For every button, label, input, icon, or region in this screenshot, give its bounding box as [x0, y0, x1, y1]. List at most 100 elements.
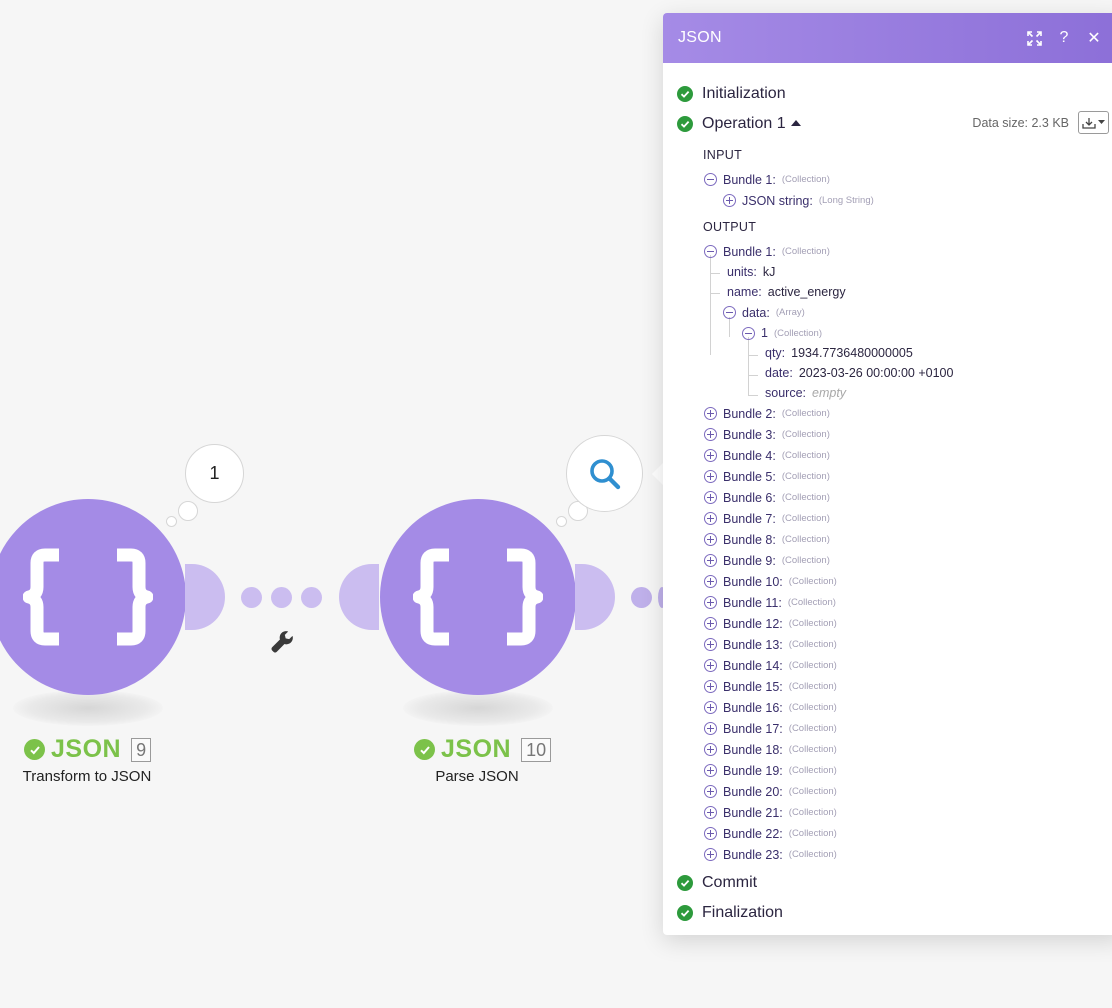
- expand-icon[interactable]: [1019, 23, 1049, 53]
- collapse-toggle-icon[interactable]: [704, 245, 717, 258]
- stage-label: Commit: [702, 874, 758, 891]
- collapse-toggle-icon[interactable]: [723, 306, 736, 319]
- expand-toggle-icon[interactable]: [704, 512, 717, 525]
- expand-toggle-icon[interactable]: [704, 806, 717, 819]
- module-shadow: [13, 690, 163, 726]
- expand-toggle-icon[interactable]: [704, 575, 717, 588]
- tree-node-bundle[interactable]: Bundle 13: (Collection): [677, 634, 1109, 655]
- operation-count-bubble[interactable]: 1: [185, 444, 244, 503]
- tree-node-data[interactable]: data: (Array): [677, 302, 1109, 323]
- expand-toggle-icon[interactable]: [704, 554, 717, 567]
- tree-node-bundle[interactable]: Bundle 20: (Collection): [677, 781, 1109, 802]
- tree-node-bundle[interactable]: Bundle 5: (Collection): [677, 466, 1109, 487]
- tree-node-bundle[interactable]: Bundle 1: (Collection): [677, 169, 1109, 190]
- module-app-name: JSON: [51, 735, 122, 763]
- tree-node-bundle[interactable]: Bundle 2: (Collection): [677, 403, 1109, 424]
- collapse-toggle-icon[interactable]: [704, 173, 717, 186]
- expand-toggle-icon[interactable]: [704, 743, 717, 756]
- bundle-key: Bundle 6:: [723, 490, 776, 505]
- bundle-key: Bundle 11:: [723, 595, 782, 610]
- tree-node-bundle[interactable]: Bundle 19: (Collection): [677, 760, 1109, 781]
- output-tree: Bundle 1: (Collection) units: kJ name: a…: [677, 241, 1109, 865]
- search-icon: [589, 458, 620, 489]
- tree-node-bundle[interactable]: Bundle 7: (Collection): [677, 508, 1109, 529]
- curly-braces-icon: [413, 548, 543, 646]
- module-id: 10: [521, 737, 552, 762]
- bundle-type: (Collection): [781, 429, 830, 440]
- expand-toggle-icon[interactable]: [704, 617, 717, 630]
- download-button[interactable]: [1078, 111, 1109, 134]
- bundle-type: (Collection): [781, 492, 830, 503]
- expand-toggle-icon[interactable]: [704, 449, 717, 462]
- tree-node-array-item[interactable]: 1 (Collection): [677, 323, 1109, 343]
- module-transform-to-json[interactable]: [0, 499, 186, 695]
- route-dot: [271, 587, 292, 608]
- tree-node-bundle[interactable]: Bundle 17: (Collection): [677, 718, 1109, 739]
- tree-node-bundle[interactable]: Bundle 4: (Collection): [677, 445, 1109, 466]
- bundle-type: (Collection): [781, 534, 830, 545]
- tree-node-bundle[interactable]: Bundle 11: (Collection): [677, 592, 1109, 613]
- expand-toggle-icon[interactable]: [704, 533, 717, 546]
- expand-toggle-icon[interactable]: [704, 407, 717, 420]
- expand-toggle-icon[interactable]: [704, 680, 717, 693]
- collapse-caret-icon[interactable]: [790, 119, 801, 126]
- wrench-icon[interactable]: [269, 629, 295, 655]
- module-input-connector[interactable]: [339, 564, 379, 630]
- tree-node-bundle[interactable]: Bundle 18: (Collection): [677, 739, 1109, 760]
- tree-node-bundle[interactable]: Bundle 10: (Collection): [677, 571, 1109, 592]
- tree-node-bundle[interactable]: Bundle 21: (Collection): [677, 802, 1109, 823]
- expand-toggle-icon[interactable]: [704, 701, 717, 714]
- tree-node-bundle[interactable]: Bundle 15: (Collection): [677, 676, 1109, 697]
- expand-toggle-icon[interactable]: [704, 785, 717, 798]
- tree-node-bundle[interactable]: Bundle 3: (Collection): [677, 424, 1109, 445]
- bundle-type: (Collection): [788, 639, 837, 650]
- check-circle-icon: [414, 739, 435, 760]
- module-parse-json[interactable]: [380, 499, 576, 695]
- help-icon[interactable]: ?: [1049, 23, 1079, 53]
- bundle-type: (Collection): [788, 828, 837, 839]
- bundle-type: (Collection): [788, 723, 837, 734]
- stage-operation[interactable]: Operation 1 Data size: 2.3 KB: [677, 109, 1109, 139]
- tree-node-bundle[interactable]: Bundle 12: (Collection): [677, 613, 1109, 634]
- expand-toggle-icon[interactable]: [704, 722, 717, 735]
- bundle-key: Bundle 22:: [723, 826, 783, 841]
- expand-toggle-icon[interactable]: [704, 764, 717, 777]
- module-app-name: JSON: [441, 735, 512, 763]
- stage-initialization[interactable]: Initialization: [677, 79, 1109, 109]
- expand-toggle-icon[interactable]: [704, 827, 717, 840]
- data-size: Data size: 2.3 KB: [972, 116, 1069, 130]
- tree-node-json-string[interactable]: JSON string: (Long String): [677, 190, 1109, 211]
- stage-finalization[interactable]: Finalization: [677, 898, 1109, 928]
- module-shadow: [403, 690, 553, 726]
- bubble-tail-small: [556, 516, 567, 527]
- bundle-key: Bundle 15:: [723, 679, 783, 694]
- expand-toggle-icon[interactable]: [704, 638, 717, 651]
- expand-toggle-icon[interactable]: [704, 659, 717, 672]
- close-icon[interactable]: ✕: [1079, 23, 1109, 53]
- tree-node-bundle[interactable]: Bundle 22: (Collection): [677, 823, 1109, 844]
- tree-node-bundle[interactable]: Bundle 6: (Collection): [677, 487, 1109, 508]
- expand-toggle-icon[interactable]: [704, 491, 717, 504]
- bundle-type: (Collection): [788, 576, 837, 587]
- bubble-tail-large: [178, 501, 198, 521]
- inspect-bubble[interactable]: [566, 435, 643, 512]
- collapse-toggle-icon[interactable]: [742, 326, 755, 340]
- bundle-key: Bundle 20:: [723, 784, 783, 799]
- tree-node-bundle[interactable]: Bundle 1: (Collection): [677, 241, 1109, 262]
- module-output-connector[interactable]: [575, 564, 615, 630]
- stage-commit[interactable]: Commit: [677, 868, 1109, 898]
- tree-node-bundle[interactable]: Bundle 16: (Collection): [677, 697, 1109, 718]
- expand-toggle-icon[interactable]: [704, 428, 717, 441]
- bundle-key: Bundle 9:: [723, 553, 776, 568]
- tree-node-bundle[interactable]: Bundle 9: (Collection): [677, 550, 1109, 571]
- bundle-key: Bundle 14:: [723, 658, 783, 673]
- tree-node-bundle[interactable]: Bundle 23: (Collection): [677, 844, 1109, 865]
- expand-toggle-icon[interactable]: [704, 848, 717, 861]
- tree-node-bundle[interactable]: Bundle 14: (Collection): [677, 655, 1109, 676]
- expand-toggle-icon[interactable]: [704, 470, 717, 483]
- expand-toggle-icon[interactable]: [704, 596, 717, 609]
- tree-node-bundle[interactable]: Bundle 8: (Collection): [677, 529, 1109, 550]
- bundle-type: (Collection): [788, 807, 837, 818]
- module-output-connector[interactable]: [185, 564, 225, 630]
- expand-toggle-icon[interactable]: [723, 194, 736, 207]
